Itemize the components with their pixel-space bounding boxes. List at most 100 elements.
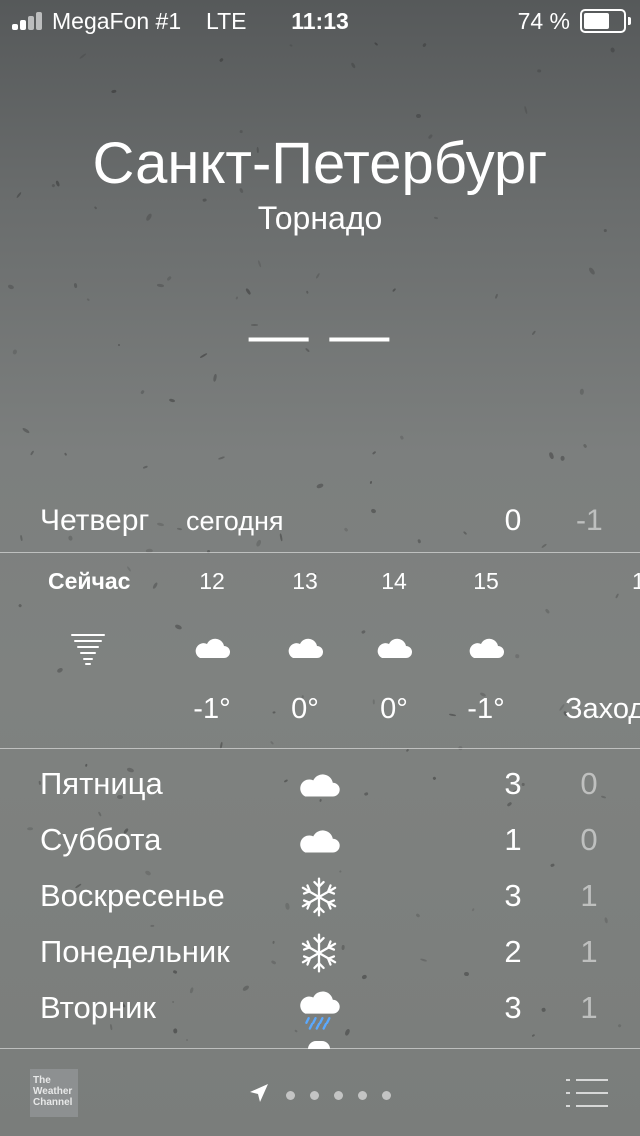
hourly-forecast[interactable]: Сейчас 12 -1° 13 0° 14 0° 15 -1° 1 Заход — [0, 553, 640, 748]
today-row: Четверг сегодня 0 -1 — [0, 504, 640, 548]
daily-row: Понедельник 2 1 — [0, 924, 640, 980]
snow-speck — [588, 266, 596, 276]
tornado-icon — [68, 628, 108, 668]
snow-speck — [373, 42, 379, 47]
snow-speck — [257, 260, 262, 268]
daily-day: Понедельник — [40, 934, 230, 969]
snow-speck — [392, 287, 397, 293]
snow-speck — [548, 451, 555, 461]
snow-speck — [212, 373, 218, 382]
snow-speck — [583, 443, 588, 448]
daily-row: Суббота 1 0 — [0, 812, 640, 868]
snow-speck — [316, 482, 325, 489]
snow-speck — [524, 105, 528, 114]
snow-speck — [306, 290, 309, 294]
snow-speck — [186, 1038, 189, 1041]
weather-condition: Торнадо — [257, 200, 383, 236]
cloud-icon — [466, 628, 506, 668]
daily-low: 1 — [580, 990, 598, 1025]
daily-high: 2 — [504, 934, 522, 969]
snow-speck — [140, 389, 145, 395]
hourly-temp: 0° — [380, 693, 408, 725]
snow-speck — [560, 455, 565, 461]
today-low: -1 — [576, 504, 603, 537]
snow-speck — [610, 46, 616, 53]
snow-speck — [142, 464, 148, 469]
snowflake-icon — [296, 874, 342, 920]
page-dot — [286, 1091, 295, 1100]
snow-speck — [166, 275, 172, 281]
page-dot — [382, 1091, 391, 1100]
daily-high: 3 — [504, 990, 522, 1025]
hourly-time: Сейчас — [48, 568, 131, 594]
city-list-icon[interactable] — [564, 1076, 610, 1110]
daily-low: 1 — [580, 878, 598, 913]
hourly-item: 13 0° — [265, 553, 345, 748]
cloud-icon — [192, 628, 232, 668]
battery-percent: 74 % — [517, 8, 570, 34]
daily-row: Вторник 3 1 — [0, 980, 640, 1036]
hourly-time: 1 — [632, 568, 640, 594]
city-name: Санкт-Петербург — [92, 131, 548, 196]
daily-high: 1 — [504, 822, 522, 857]
snow-speck — [579, 388, 584, 395]
snow-speck — [156, 283, 165, 287]
hourly-item: Сейчас — [48, 553, 131, 748]
bottom-toolbar: The Weather Channel — [0, 1049, 640, 1136]
snow-speck — [169, 398, 176, 404]
snow-speck — [399, 435, 405, 441]
today-high: 0 — [504, 504, 522, 537]
daily-day: Воскресенье — [40, 878, 225, 913]
snow-speck — [8, 284, 16, 290]
snow-speck — [219, 57, 224, 63]
snow-speck — [289, 43, 293, 47]
daily-low: 0 — [580, 766, 598, 801]
current-temperature: — — — [248, 301, 392, 368]
daily-high: 3 — [504, 766, 522, 801]
today-label: сегодня — [186, 506, 284, 536]
cloud-icon — [285, 628, 325, 668]
snow-speck — [22, 427, 31, 434]
battery-icon — [580, 9, 631, 33]
daily-day: Суббота — [40, 822, 162, 857]
page-dot — [358, 1091, 367, 1100]
snow-speck — [371, 450, 377, 456]
snow-speck — [494, 293, 499, 300]
weather-channel-logo[interactable]: The Weather Channel — [30, 1069, 78, 1117]
daily-row: Пятница 3 0 — [0, 756, 640, 812]
cloud-icon — [296, 762, 342, 808]
snowflake-icon — [296, 930, 342, 976]
hourly-item: 14 0° — [354, 553, 434, 748]
daily-low: 0 — [580, 822, 598, 857]
daily-low: 1 — [580, 934, 598, 969]
page-indicator[interactable] — [286, 1087, 406, 1100]
location-arrow-icon[interactable] — [247, 1081, 271, 1105]
snow-speck — [78, 53, 87, 60]
hourly-item: 15 -1° — [446, 553, 526, 748]
hourly-time: 12 — [199, 568, 225, 594]
snow-speck — [73, 282, 78, 289]
status-bar: MegaFon #1 LTE 11:13 74 % — [0, 0, 640, 40]
hourly-time: 14 — [381, 568, 407, 594]
hourly-temp: -1° — [467, 693, 505, 725]
snow-speck — [111, 89, 117, 94]
hourly-temp: Заход — [565, 693, 640, 725]
page-dot — [310, 1091, 319, 1100]
hourly-temp: 0° — [291, 693, 319, 725]
divider-middle — [0, 748, 640, 749]
snow-speck — [30, 450, 35, 456]
hourly-time: 13 — [292, 568, 318, 594]
rain-cloud-icon — [296, 986, 342, 1032]
snow-speck — [217, 456, 225, 461]
cloud-icon — [374, 628, 414, 668]
cloud-icon — [296, 818, 342, 864]
daily-row: Воскресенье 3 1 — [0, 868, 640, 924]
hourly-item: 1 Заход — [560, 553, 640, 748]
daily-high: 3 — [504, 878, 522, 913]
snow-speck — [537, 69, 542, 73]
daily-day: Пятница — [40, 766, 163, 801]
page-dot — [334, 1091, 343, 1100]
snow-speck — [245, 287, 252, 295]
hourly-time: 15 — [473, 568, 499, 594]
today-day: Четверг — [40, 504, 150, 537]
